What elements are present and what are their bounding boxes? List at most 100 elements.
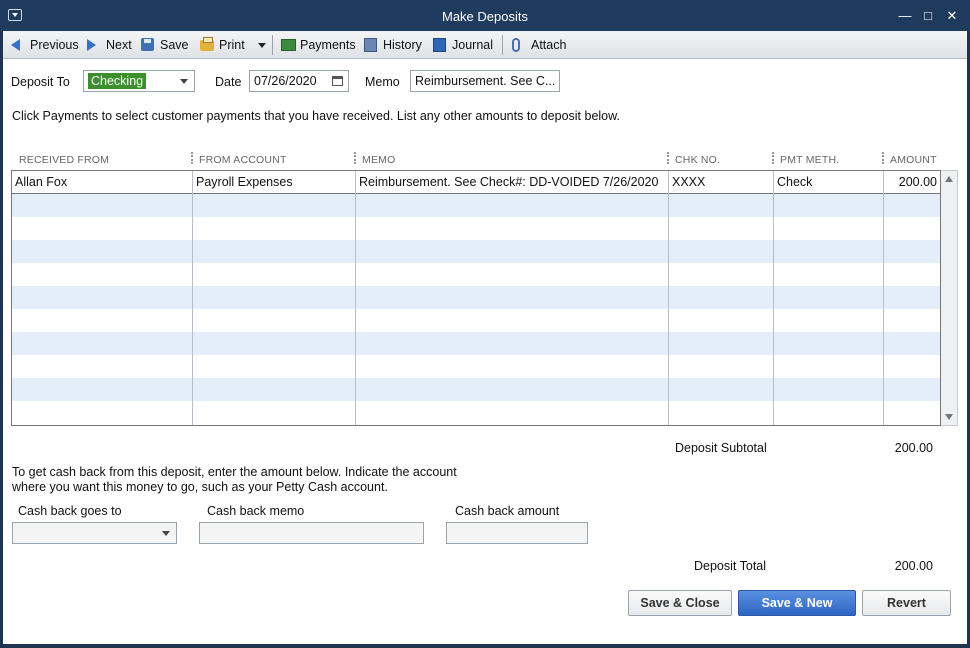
chevron-down-icon[interactable] bbox=[162, 531, 170, 536]
minimize-icon[interactable]: — bbox=[898, 9, 912, 23]
history-icon bbox=[364, 38, 378, 52]
column-resize-handle[interactable] bbox=[772, 152, 774, 164]
table-row[interactable] bbox=[12, 378, 940, 401]
column-divider bbox=[773, 171, 774, 425]
table-row[interactable] bbox=[12, 309, 940, 332]
history-label: History bbox=[383, 38, 422, 52]
attach-label: Attach bbox=[531, 38, 567, 52]
deposit-to-select[interactable]: Checking bbox=[83, 70, 195, 92]
payments-instructions: Click Payments to select customer paymen… bbox=[12, 109, 620, 123]
table-body: Allan Fox Payroll Expenses Reimbursement… bbox=[11, 170, 941, 426]
cell-memo[interactable]: Reimbursement. See Check#: DD-VOIDED 7/2… bbox=[356, 171, 668, 194]
save-new-button[interactable]: Save & New bbox=[738, 590, 856, 616]
cell-from-account[interactable]: Payroll Expenses bbox=[193, 171, 355, 194]
journal-label: Journal bbox=[452, 38, 493, 52]
window-title: Make Deposits bbox=[442, 9, 528, 24]
date-label: Date bbox=[215, 75, 242, 89]
table-row[interactable] bbox=[12, 355, 940, 378]
deposit-total-label: Deposit Total bbox=[694, 559, 767, 573]
deposit-to-label: Deposit To bbox=[11, 75, 70, 89]
table-row[interactable] bbox=[12, 332, 940, 355]
table-scrollbar[interactable] bbox=[941, 170, 958, 426]
column-header-chk-no[interactable]: CHK NO. bbox=[675, 154, 720, 166]
table-row[interactable] bbox=[12, 401, 940, 424]
save-label: Save bbox=[160, 38, 189, 52]
cell-amount[interactable]: 200.00 bbox=[884, 171, 940, 194]
cell-received-from[interactable]: Allan Fox bbox=[12, 171, 192, 194]
printer-icon bbox=[200, 37, 214, 52]
close-icon[interactable]: ✕ bbox=[945, 9, 959, 23]
title-bar: Make Deposits — □ ✕ bbox=[0, 0, 970, 31]
print-button[interactable]: Print bbox=[200, 37, 245, 53]
next-button[interactable]: Next bbox=[87, 37, 132, 53]
date-value: 07/26/2020 bbox=[254, 74, 317, 88]
column-header-amount[interactable]: AMOUNT bbox=[890, 154, 937, 166]
cell-chk-no[interactable]: XXXX bbox=[669, 171, 773, 194]
save-close-button[interactable]: Save & Close bbox=[628, 590, 732, 616]
scroll-down-icon[interactable] bbox=[945, 414, 953, 420]
column-resize-handle[interactable] bbox=[667, 152, 669, 164]
revert-button[interactable]: Revert bbox=[862, 590, 951, 616]
cashback-amount-input[interactable] bbox=[446, 522, 588, 544]
payments-label: Payments bbox=[300, 38, 356, 52]
save-button[interactable]: Save bbox=[141, 37, 189, 53]
memo-field[interactable]: Reimbursement. See C... bbox=[410, 70, 560, 92]
column-divider bbox=[883, 171, 884, 425]
cashback-memo-label: Cash back memo bbox=[207, 504, 305, 518]
chevron-down-icon bbox=[258, 42, 266, 48]
date-field[interactable]: 07/26/2020 bbox=[249, 70, 349, 92]
cashback-instructions-line2: where you want this money to go, such as… bbox=[12, 480, 388, 494]
disk-icon bbox=[141, 38, 155, 52]
column-header-from-account[interactable]: FROM ACCOUNT bbox=[199, 154, 287, 166]
deposit-total-value: 200.00 bbox=[894, 559, 933, 573]
column-resize-handle[interactable] bbox=[882, 152, 884, 164]
calendar-icon[interactable] bbox=[332, 76, 343, 86]
arrow-left-icon bbox=[11, 38, 25, 52]
maximize-icon[interactable]: □ bbox=[921, 9, 935, 23]
column-header-pmt-meth[interactable]: PMT METH. bbox=[780, 154, 839, 166]
journal-icon bbox=[433, 38, 447, 52]
payments-button[interactable]: Payments bbox=[281, 37, 356, 53]
history-button[interactable]: History bbox=[364, 37, 422, 53]
table-row[interactable] bbox=[12, 217, 940, 240]
column-divider bbox=[355, 171, 356, 425]
next-label: Next bbox=[106, 38, 132, 52]
arrow-right-icon bbox=[87, 38, 101, 52]
deposit-lines-table: RECEIVED FROM FROM ACCOUNT MEMO CHK NO. … bbox=[11, 148, 958, 431]
cashback-memo-input[interactable] bbox=[199, 522, 424, 544]
table-row[interactable] bbox=[12, 240, 940, 263]
cell-pmt-meth[interactable]: Check bbox=[774, 171, 883, 194]
journal-button[interactable]: Journal bbox=[433, 37, 493, 53]
previous-label: Previous bbox=[30, 38, 79, 52]
deposit-subtotal-label: Deposit Subtotal bbox=[675, 441, 767, 455]
payments-icon bbox=[281, 38, 296, 52]
print-label: Print bbox=[219, 38, 245, 52]
cashback-amount-label: Cash back amount bbox=[455, 504, 560, 518]
cashback-goes-to-label: Cash back goes to bbox=[18, 504, 122, 518]
print-dropdown[interactable] bbox=[258, 37, 266, 53]
column-resize-handle[interactable] bbox=[191, 152, 193, 164]
deposit-to-value: Checking bbox=[88, 73, 147, 89]
table-row[interactable] bbox=[12, 263, 940, 286]
cashback-instructions-line1: To get cash back from this deposit, ente… bbox=[12, 465, 457, 479]
column-resize-handle[interactable] bbox=[354, 152, 356, 164]
toolbar-separator bbox=[272, 35, 273, 55]
column-divider bbox=[668, 171, 669, 425]
cashback-account-select[interactable] bbox=[12, 522, 177, 544]
chevron-down-icon[interactable] bbox=[180, 79, 188, 84]
attach-button[interactable]: Attach bbox=[512, 37, 566, 53]
table-row[interactable] bbox=[12, 194, 940, 217]
table-row[interactable] bbox=[12, 286, 940, 309]
previous-button[interactable]: Previous bbox=[11, 37, 79, 53]
toolbar: Previous Next Save Print Payments Histor… bbox=[3, 31, 967, 59]
window-content: Previous Next Save Print Payments Histor… bbox=[3, 31, 967, 644]
table-row[interactable]: Allan Fox Payroll Expenses Reimbursement… bbox=[12, 171, 940, 194]
column-header-memo[interactable]: MEMO bbox=[362, 154, 395, 166]
toolbar-separator bbox=[502, 35, 503, 55]
paperclip-icon bbox=[512, 38, 526, 52]
scroll-up-icon[interactable] bbox=[945, 176, 953, 182]
column-header-received-from[interactable]: RECEIVED FROM bbox=[19, 154, 109, 166]
deposit-subtotal-value: 200.00 bbox=[894, 441, 933, 455]
table-header: RECEIVED FROM FROM ACCOUNT MEMO CHK NO. … bbox=[11, 148, 958, 170]
memo-value: Reimbursement. See C... bbox=[415, 74, 556, 88]
